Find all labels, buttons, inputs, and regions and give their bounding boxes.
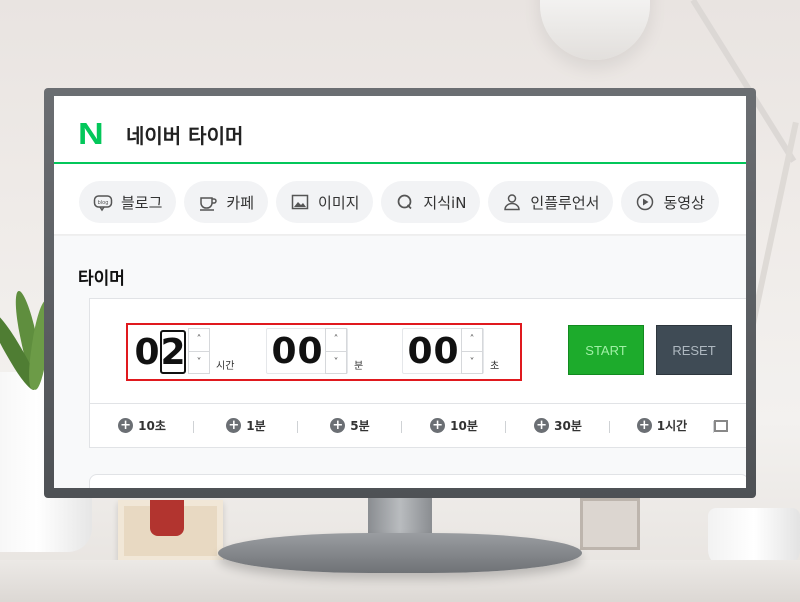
hours-group: 0 2 ˄ ˅ 시간 xyxy=(134,328,235,374)
tab-blog[interactable]: blog 블로그 xyxy=(79,181,177,223)
blog-icon: blog xyxy=(93,195,113,212)
image-icon xyxy=(291,194,309,210)
quick-add-row: +10초 +1분 +5분 +10분 +30분 +1시간 xyxy=(90,403,746,447)
quick-add-more[interactable] xyxy=(714,419,744,432)
time-input-highlight: 0 2 ˄ ˅ 시간 0 0 ˄ ˅ 분 0 0 ˄ ˅ 초 xyxy=(126,323,522,381)
monitor-stand xyxy=(218,533,582,573)
plus-icon: + xyxy=(118,418,134,433)
mug xyxy=(708,508,800,568)
hours-down-button[interactable]: ˅ xyxy=(189,350,209,373)
cup-icon xyxy=(200,197,218,211)
quick-add-5m[interactable]: +5분 xyxy=(298,417,402,434)
minutes-frame: 0 0 ˄ ˅ xyxy=(266,328,348,374)
plus-icon: + xyxy=(330,418,346,433)
seconds-group: 0 0 ˄ ˅ 초 xyxy=(402,328,500,374)
search-tabs: blog 블로그 카페 이미지 지식iN 인플루언서 동영상 xyxy=(79,181,719,225)
quick-add-30m[interactable]: +30분 xyxy=(506,417,610,434)
timer-card: 0 2 ˄ ˅ 시간 0 0 ˄ ˅ 분 0 0 ˄ ˅ 초 START RES… xyxy=(89,298,746,448)
tab-video[interactable]: 동영상 xyxy=(621,181,719,223)
tab-kin[interactable]: 지식iN xyxy=(381,181,481,223)
monitor: N 네이버 타이머 blog 블로그 카페 이미지 지식iN 인플루언서 동영상… xyxy=(44,88,756,498)
minutes-up-button[interactable]: ˄ xyxy=(326,329,346,351)
plus-icon: + xyxy=(636,418,652,433)
seconds-digit-1[interactable]: 0 xyxy=(407,329,433,373)
pen-holder xyxy=(580,498,640,550)
desk-lamp xyxy=(540,0,650,60)
timer-section-title: 타이머 xyxy=(78,269,125,289)
quick-add-1m[interactable]: +1분 xyxy=(194,417,298,434)
minutes-down-button[interactable]: ˅ xyxy=(326,350,346,373)
page-title: 네이버 타이머 xyxy=(126,124,244,148)
plus-icon: + xyxy=(430,418,446,433)
quick-add-label: 5분 xyxy=(350,419,370,433)
seconds-unit-label: 초 xyxy=(490,361,500,372)
person-icon xyxy=(504,194,521,211)
tab-kin-label: 지식iN xyxy=(423,193,467,212)
figurine xyxy=(150,500,184,536)
svg-text:blog: blog xyxy=(98,200,109,206)
plus-icon: + xyxy=(226,418,242,433)
plus-icon: + xyxy=(534,418,550,433)
seconds-digit-2[interactable]: 0 xyxy=(433,329,459,373)
tab-influencer[interactable]: 인플루언서 xyxy=(488,181,614,223)
tab-image[interactable]: 이미지 xyxy=(276,181,374,223)
hours-up-button[interactable]: ˄ xyxy=(189,329,209,351)
quick-add-label: 10분 xyxy=(450,419,478,433)
q-icon xyxy=(398,194,413,210)
seconds-stepper: ˄ ˅ xyxy=(461,328,483,374)
lower-card xyxy=(89,474,746,488)
tab-image-label: 이미지 xyxy=(318,193,360,212)
play-icon xyxy=(637,193,654,211)
quick-add-label: 1분 xyxy=(246,419,266,433)
tab-cafe[interactable]: 카페 xyxy=(184,181,269,223)
seconds-frame: 0 0 ˄ ˅ xyxy=(402,328,484,374)
hours-digit-2[interactable]: 2 xyxy=(160,330,186,374)
minutes-digit-1[interactable]: 0 xyxy=(271,329,297,373)
minutes-digit-2[interactable]: 0 xyxy=(297,329,323,373)
reset-button[interactable]: RESET xyxy=(656,325,732,375)
hours-digit-1[interactable]: 0 xyxy=(134,330,160,374)
tab-video-label: 동영상 xyxy=(663,193,705,212)
seconds-down-button[interactable]: ˅ xyxy=(462,350,482,373)
tab-blog-label: 블로그 xyxy=(121,193,163,212)
quick-add-label: 10초 xyxy=(138,419,166,433)
app-header: N 네이버 타이머 xyxy=(54,96,746,164)
seconds-up-button[interactable]: ˄ xyxy=(462,329,482,351)
screen: N 네이버 타이머 blog 블로그 카페 이미지 지식iN 인플루언서 동영상… xyxy=(54,96,746,488)
quick-add-1h[interactable]: +1시간 xyxy=(610,417,714,434)
tab-influencer-label: 인플루언서 xyxy=(530,193,600,212)
quick-add-10m[interactable]: +10분 xyxy=(402,417,506,434)
hours-unit-label: 시간 xyxy=(216,361,235,372)
quick-add-label: 1시간 xyxy=(656,419,688,433)
quick-add-label: 30분 xyxy=(554,419,582,433)
window-icon xyxy=(714,419,728,432)
naver-logo[interactable]: N xyxy=(78,118,110,149)
tab-cafe-label: 카페 xyxy=(226,193,255,212)
hours-stepper: ˄ ˅ xyxy=(188,328,210,374)
start-button[interactable]: START xyxy=(568,325,644,375)
minutes-group: 0 0 ˄ ˅ 분 xyxy=(266,328,364,374)
quick-add-10s[interactable]: +10초 xyxy=(90,417,194,434)
minutes-unit-label: 분 xyxy=(354,361,364,372)
minutes-stepper: ˄ ˅ xyxy=(325,328,347,374)
